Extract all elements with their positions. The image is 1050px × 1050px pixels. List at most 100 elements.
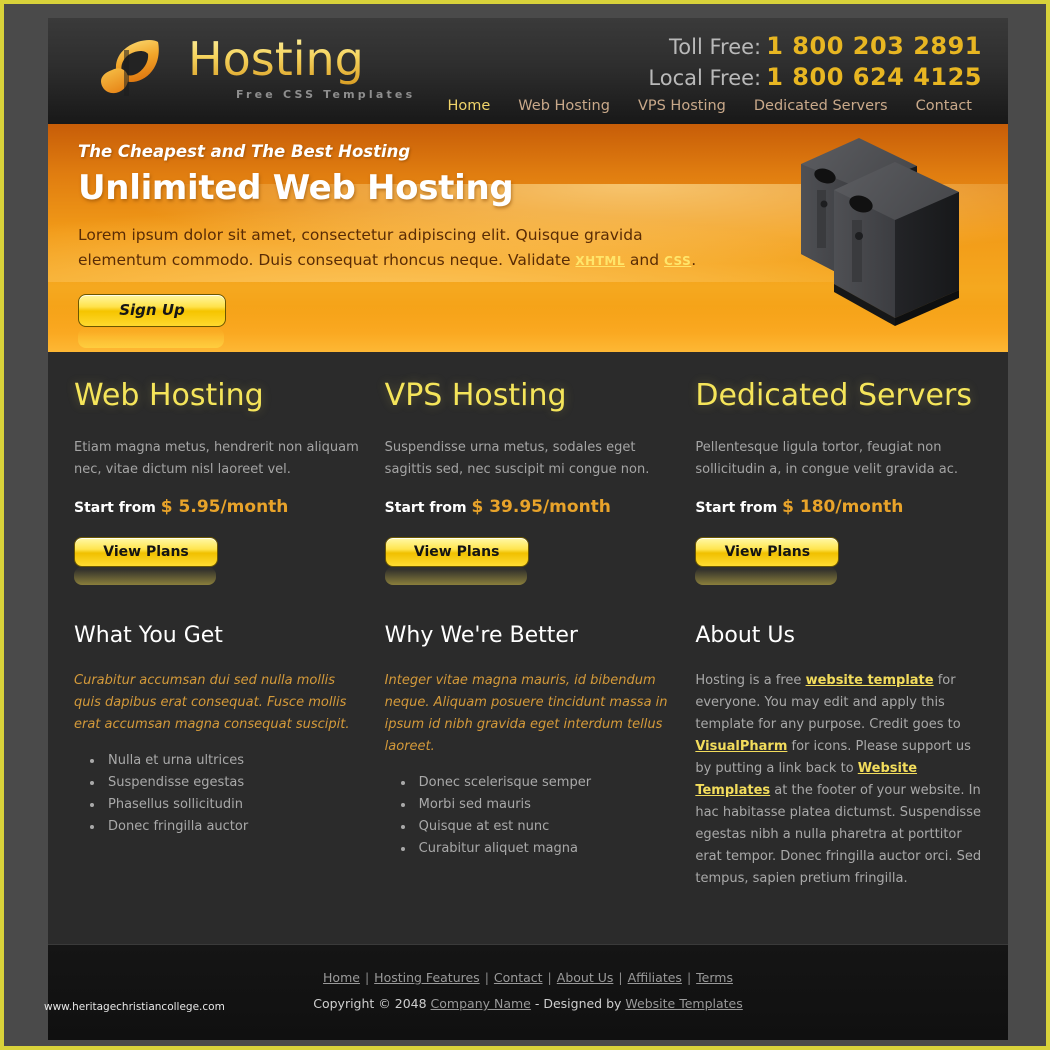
view-plans-reflection [384,567,527,585]
banner-description: Lorem ipsum dolor sit amet, consectetur … [78,223,718,274]
banner-desc-part1: Lorem ipsum dolor sit amet, consectetur … [78,226,643,269]
visualpharm-link[interactable]: VisualPharm [695,739,787,754]
contact-numbers: Toll Free: 1 800 203 2891 Local Free: 1 … [648,32,982,94]
signup-button[interactable]: Sign Up [78,294,226,327]
about-text-1: Hosting is a free [695,673,806,688]
view-plans-button[interactable]: View Plans [695,537,840,567]
footer-separator: | [364,970,370,985]
footer-link-hosting-features[interactable]: Hosting Features [374,970,480,985]
service-price-line: Start from $ 180/month [695,497,982,517]
section-what-you-get: What You Get Curabitur accumsan dui sed … [74,623,385,890]
list-item: Curabitur aliquet magna [415,838,672,860]
service-card-web-hosting: Web Hosting Etiam magna metus, hendrerit… [74,378,385,589]
toll-free-label: Toll Free: [669,35,762,59]
price-value: $ 39.95/month [471,497,611,517]
list-item: Suspendisse egestas [104,772,361,794]
designer-link[interactable]: Website Templates [625,996,742,1011]
section-about-us: About Us Hosting is a free website templ… [695,623,982,890]
copyright-text: Copyright © 2048 [313,996,431,1011]
nav-item-contact[interactable]: Contact [902,94,986,118]
website-template-link[interactable]: website template [806,673,934,688]
footer-separator: | [547,970,552,985]
service-card-dedicated-servers: Dedicated Servers Pellentesque ligula to… [695,378,982,589]
watermark: www.heritagechristiancollege.com [44,1001,225,1013]
footer-link-terms[interactable]: Terms [696,970,733,985]
banner-title: Unlimited Web Hosting [78,168,514,208]
view-plans-wrap: View Plans [695,537,840,589]
signup-button-reflection [78,328,224,348]
toll-free-row: Toll Free: 1 800 203 2891 [648,32,982,63]
local-free-number: 1 800 624 4125 [766,63,982,91]
section-list: Donec scelerisque semper Morbi sed mauri… [385,772,672,860]
view-plans-reflection [74,567,216,585]
main-navigation: Home Web Hosting VPS Hosting Dedicated S… [433,94,986,118]
footer-link-contact[interactable]: Contact [494,970,543,985]
view-plans-button[interactable]: View Plans [74,537,218,567]
list-item: Quisque at est nunc [415,816,672,838]
services-row: Web Hosting Etiam magna metus, hendrerit… [48,352,1008,589]
view-plans-button[interactable]: View Plans [384,537,529,567]
designed-by-text: - Designed by [530,996,626,1011]
xhtml-link[interactable]: XHTML [575,254,625,268]
view-plans-wrap: View Plans [384,537,529,589]
css-link[interactable]: CSS [664,254,691,268]
price-label: Start from [384,500,467,516]
page-container: Hosting Free CSS Templates Toll Free: 1 … [48,18,1008,1040]
local-free-label: Local Free: [648,66,762,90]
local-free-row: Local Free: 1 800 624 4125 [648,63,982,94]
logo-tagline: Free CSS Templates [236,88,416,101]
nav-item-dedicated-servers[interactable]: Dedicated Servers [740,94,902,118]
price-label: Start from [695,500,778,516]
hero-banner: The Cheapest and The Best Hosting Unlimi… [48,124,1008,352]
footer-link-affiliates[interactable]: Affiliates [628,970,682,985]
browser-frame: Hosting Free CSS Templates Toll Free: 1 … [0,0,1050,1050]
main-content: Web Hosting Etiam magna metus, hendrerit… [48,352,1008,944]
list-item: Phasellus sollicitudin [104,794,361,816]
list-item: Nulla et urna ultrices [104,750,361,772]
about-paragraph: Hosting is a free website template for e… [695,670,982,890]
banner-desc-mid: and [625,251,665,269]
service-price-line: Start from $ 5.95/month [74,497,361,517]
price-value: $ 180/month [782,497,904,517]
section-title: About Us [695,623,795,648]
section-list: Nulla et urna ultrices Suspendisse egest… [74,750,361,838]
footer-separator: | [484,970,489,985]
list-item: Morbi sed mauris [415,794,672,816]
logo-droplet-icon [101,40,159,96]
footer-links: Home | Hosting Features | Contact | About Us | A… [48,967,1008,986]
view-plans-reflection [695,567,838,585]
footer-link-home[interactable]: Home [323,970,360,985]
banner-kicker: The Cheapest and The Best Hosting [78,142,411,161]
about-text-4: at the footer of your website. In hac ha… [695,783,982,886]
section-title: What You Get [74,623,223,648]
service-description: Pellentesque ligula tortor, feugiat non … [695,440,959,477]
price-value: $ 5.95/month [160,497,289,517]
info-row: What You Get Curabitur accumsan dui sed … [48,589,1008,890]
list-item: Donec fringilla auctor [104,816,361,838]
footer-link-about-us[interactable]: About Us [557,970,614,985]
toll-free-number: 1 800 203 2891 [766,32,982,60]
logo-text: Hosting [188,32,364,86]
service-price-line: Start from $ 39.95/month [385,497,672,517]
nav-item-home[interactable]: Home [433,94,504,118]
service-title: VPS Hosting [384,378,567,413]
nav-item-vps-hosting[interactable]: VPS Hosting [624,94,740,118]
nav-item-web-hosting[interactable]: Web Hosting [504,94,624,118]
service-card-vps-hosting: VPS Hosting Suspendisse urna metus, soda… [384,378,696,589]
company-name-link[interactable]: Company Name [431,996,531,1011]
banner-desc-end: . [691,251,697,269]
price-label: Start from [74,500,156,516]
service-description: Etiam magna metus, hendrerit non aliquam… [74,440,359,477]
footer-separator: | [686,970,692,985]
server-towers-image [801,138,959,326]
view-plans-wrap: View Plans [74,537,218,589]
section-title: Why We're Better [384,623,578,648]
service-title: Dedicated Servers [695,378,972,413]
signup-button-wrap: Sign Up [78,294,226,348]
service-title: Web Hosting [74,378,264,413]
site-footer: Home | Hosting Features | Contact | About Us | A… [48,944,1008,1040]
banner-content: The Cheapest and The Best Hosting Unlimi… [78,142,718,348]
site-logo[interactable]: Hosting Free CSS Templates [96,30,416,106]
section-intro: Curabitur accumsan dui sed nulla mollis … [74,673,350,732]
footer-separator: | [618,970,623,985]
